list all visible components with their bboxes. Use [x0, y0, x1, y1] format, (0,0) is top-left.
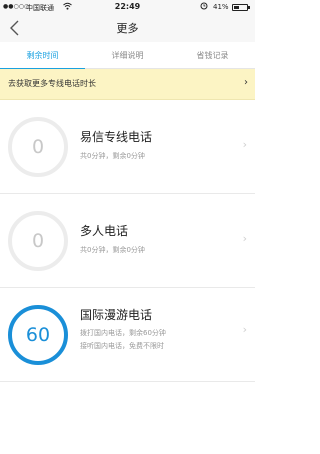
tab-bar: 剩余时间 详细说明 省钱记录 — [0, 42, 255, 70]
remaining-minutes-ring: 60 — [8, 305, 68, 365]
battery-fill — [234, 6, 239, 9]
remaining-minutes-value: 0 — [31, 230, 45, 252]
chevron-right-icon: › — [242, 232, 247, 245]
card-detail: 共0分钟，剩余0分钟 — [80, 246, 145, 254]
battery-icon — [232, 4, 250, 11]
status-bar: ●●○○○ 中国联通 22:49 41% — [0, 0, 255, 14]
card-detail-incoming: 接听国内电话，免费不限时 — [80, 342, 164, 350]
remaining-minutes-value: 0 — [31, 136, 45, 158]
remaining-minutes-ring: 0 — [8, 117, 68, 177]
nav-bar: 更多 — [0, 14, 255, 42]
card-international-roaming-call[interactable]: 60 国际漫游电话 拨打国内电话，剩余60分钟 接听国内电话，免费不限时 › — [0, 288, 255, 382]
get-more-time-banner[interactable]: 去获取更多专线电话时长 › — [0, 69, 255, 100]
card-title: 多人电话 — [80, 224, 129, 238]
card-yixin-dedicated-call[interactable]: 0 易信专线电话 共0分钟，剩余0分钟 › — [0, 100, 255, 194]
battery-percentage: 41% — [213, 3, 229, 11]
tab-label: 省钱记录 — [196, 51, 229, 60]
card-detail: 共0分钟，剩余0分钟 — [80, 152, 145, 160]
tab-savings-record[interactable]: 省钱记录 — [170, 42, 255, 69]
card-multi-party-call[interactable]: 0 多人电话 共0分钟，剩余0分钟 › — [0, 194, 255, 288]
card-title: 国际漫游电话 — [80, 308, 153, 322]
card-title: 易信专线电话 — [80, 130, 153, 144]
tab-remaining-time[interactable]: 剩余时间 — [0, 42, 85, 70]
tab-label: 剩余时间 — [26, 51, 59, 60]
alarm-icon — [200, 2, 208, 12]
card-detail-outgoing: 拨打国内电话，剩余60分钟 — [80, 329, 166, 337]
banner-text: 去获取更多专线电话时长 — [8, 79, 96, 88]
battery-nub — [248, 6, 250, 9]
chevron-right-icon: › — [244, 77, 248, 88]
chevron-right-icon: › — [242, 323, 247, 336]
page-title: 更多 — [116, 22, 139, 35]
remaining-minutes-ring: 0 — [8, 211, 68, 271]
tab-details[interactable]: 详细说明 — [85, 42, 170, 69]
tab-label: 详细说明 — [111, 51, 144, 60]
remaining-minutes-value: 60 — [25, 324, 51, 346]
chevron-right-icon: › — [242, 138, 247, 151]
